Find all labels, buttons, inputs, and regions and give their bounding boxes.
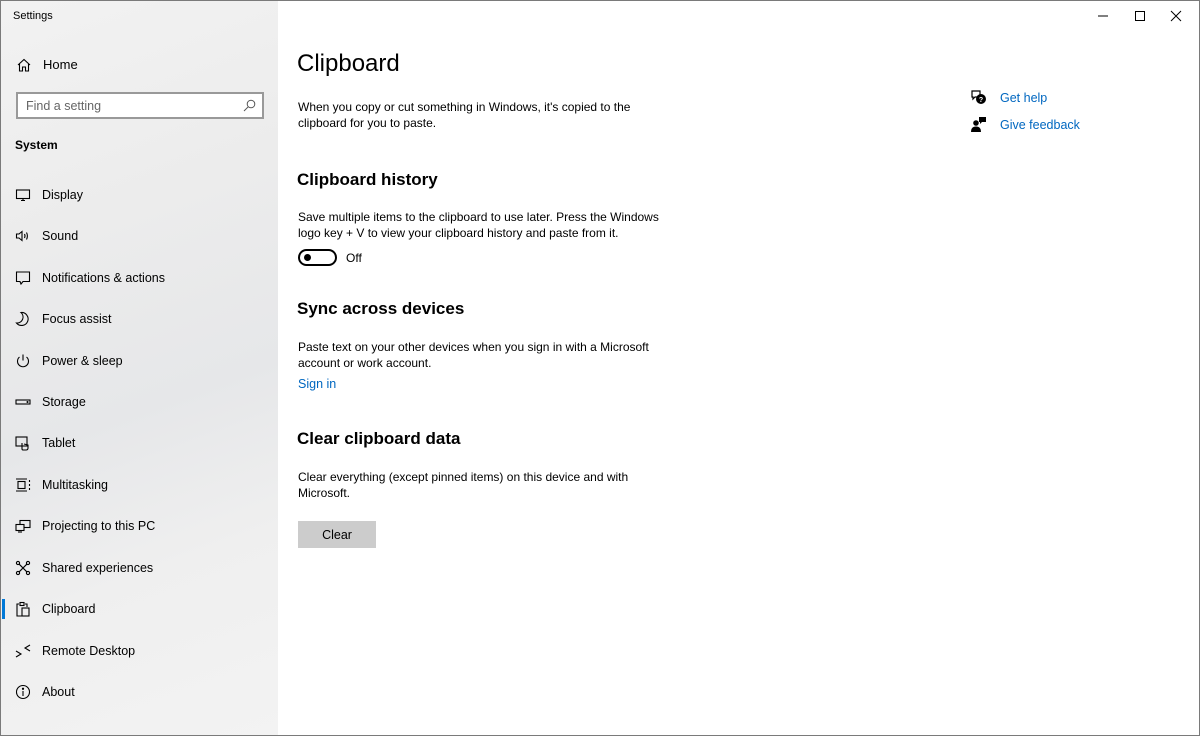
feedback-icon	[970, 116, 988, 134]
sidebar-item-power-sleep[interactable]: Power & sleep	[1, 343, 278, 379]
sidebar-item-multitasking[interactable]: Multitasking	[1, 467, 278, 503]
sidebar-item-label: Display	[42, 188, 83, 202]
sidebar-item-label: Projecting to this PC	[42, 519, 156, 533]
sidebar-item-label: Power & sleep	[42, 354, 123, 368]
sidebar-item-label: Clipboard	[42, 602, 96, 616]
maximize-icon	[1135, 11, 1145, 21]
sidebar-item-label: Storage	[42, 395, 86, 409]
sidebar-item-tablet[interactable]: Tablet	[1, 425, 278, 461]
sidebar-item-label: About	[42, 685, 75, 699]
svg-text:?: ?	[979, 97, 983, 104]
display-icon	[15, 187, 31, 203]
clear-data-heading: Clear clipboard data	[297, 429, 461, 448]
app-title: Settings	[13, 10, 53, 22]
sidebar-item-label: Shared experiences	[42, 561, 154, 575]
sidebar-home-label: Home	[43, 57, 78, 72]
give-feedback-label: Give feedback	[1000, 118, 1080, 132]
sidebar-item-display[interactable]: Display	[1, 177, 278, 213]
sidebar-item-projecting[interactable]: Projecting to this PC	[1, 508, 278, 544]
clipboard-history-description: Save multiple items to the clipboard to …	[298, 210, 659, 240]
sidebar-home[interactable]: Home	[1, 51, 278, 79]
clear-button[interactable]: Clear	[298, 521, 376, 548]
sidebar-item-clipboard[interactable]: Clipboard	[1, 591, 278, 627]
section-label-system: System	[15, 138, 58, 152]
sidebar-item-label: Notifications & actions	[42, 271, 165, 285]
sign-in-link[interactable]: Sign in	[298, 377, 336, 391]
toggle-state-label: Off	[346, 251, 362, 265]
clipboard-history-heading: Clipboard history	[297, 170, 438, 189]
speaker-icon	[15, 228, 31, 244]
home-icon	[16, 57, 32, 73]
storage-icon	[15, 394, 31, 410]
sync-description: Paste text on your other devices when yo…	[298, 340, 649, 370]
clear-data-description: Clear everything (except pinned items) o…	[298, 470, 629, 500]
search-input[interactable]	[18, 94, 238, 117]
sidebar-item-label: Remote Desktop	[42, 644, 136, 658]
clipboard-history-toggle[interactable]	[298, 249, 337, 266]
shared-experiences-icon	[15, 560, 31, 576]
sidebar-item-label: Focus assist	[42, 312, 112, 326]
help-chat-icon: ?	[970, 89, 988, 107]
sidebar-item-notifications[interactable]: Notifications & actions	[1, 260, 278, 296]
search-icon[interactable]	[243, 99, 256, 112]
projecting-icon	[15, 518, 31, 534]
sidebar-item-storage[interactable]: Storage	[1, 384, 278, 420]
close-icon	[1170, 10, 1182, 22]
sidebar-item-sound[interactable]: Sound	[1, 218, 278, 254]
sidebar-item-label: Tablet	[42, 436, 76, 450]
multitasking-icon	[15, 477, 31, 493]
remote-desktop-icon	[15, 643, 31, 659]
intro-text: When you copy or cut something in Window…	[298, 100, 631, 130]
page-title: Clipboard	[297, 50, 400, 77]
active-indicator	[2, 599, 5, 619]
notification-icon	[15, 270, 31, 286]
sidebar-item-shared-experiences[interactable]: Shared experiences	[1, 550, 278, 586]
sidebar-item-label: Sound	[42, 229, 79, 243]
power-icon	[15, 353, 31, 369]
sidebar-item-about[interactable]: About	[1, 674, 278, 710]
sidebar-item-label: Multitasking	[42, 478, 108, 492]
main-content: Clipboard When you copy or cut something…	[278, 1, 1199, 735]
tablet-icon	[15, 435, 31, 451]
moon-icon	[15, 311, 31, 327]
sidebar-item-focus-assist[interactable]: Focus assist	[1, 301, 278, 337]
toggle-knob	[304, 254, 311, 261]
sidebar-item-remote-desktop[interactable]: Remote Desktop	[1, 633, 278, 669]
sidebar: Settings Home System Display	[1, 1, 278, 735]
settings-window: Settings Home System Display	[0, 0, 1200, 736]
minimize-icon	[1098, 15, 1108, 17]
search-box[interactable]	[16, 92, 264, 119]
get-help-label: Get help	[1000, 91, 1048, 105]
sync-heading: Sync across devices	[297, 299, 465, 318]
info-icon	[15, 684, 31, 700]
close-button[interactable]	[1153, 1, 1199, 31]
clipboard-icon	[15, 601, 31, 617]
